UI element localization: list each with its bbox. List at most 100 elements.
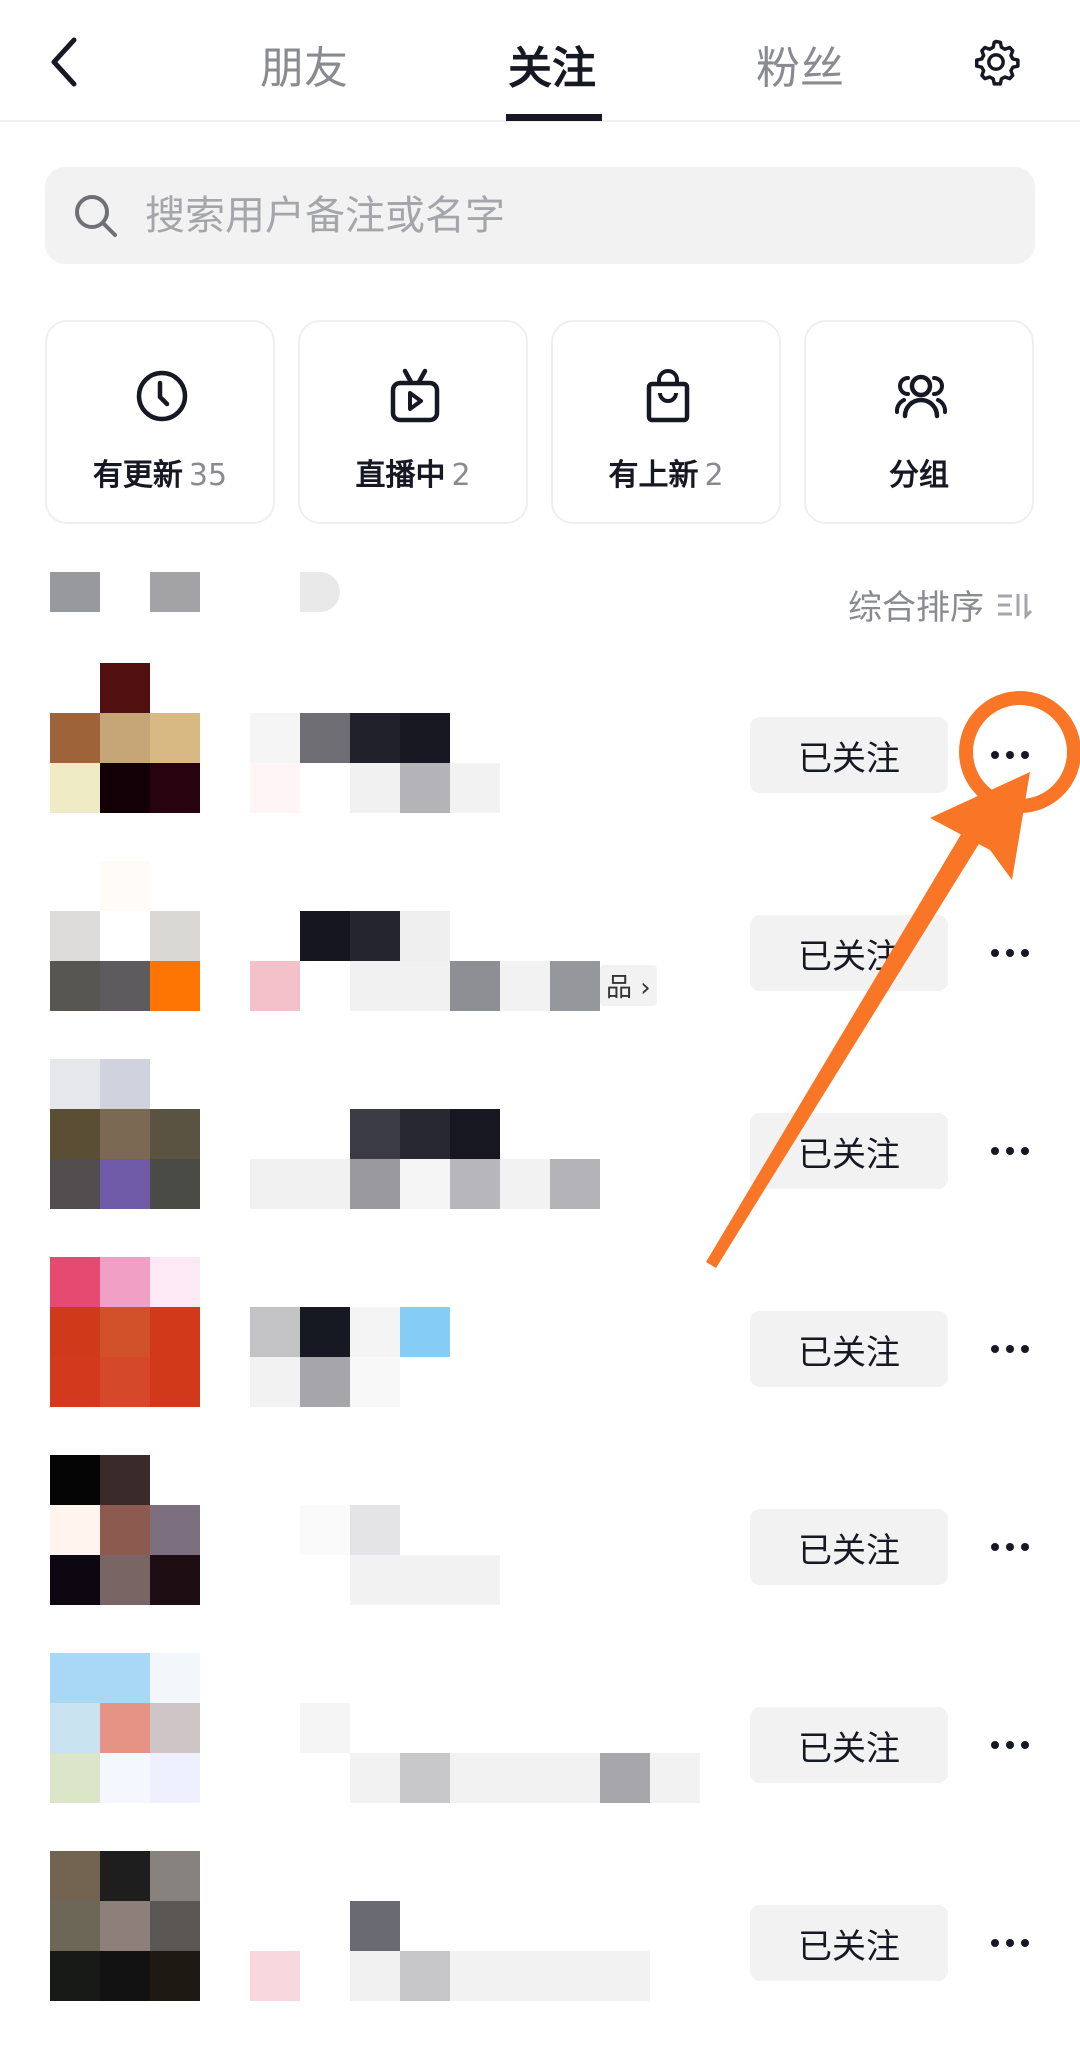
dot-icon	[1006, 1345, 1014, 1353]
avatar-pixel	[50, 763, 100, 813]
username-blurred[interactable]	[250, 1109, 750, 1209]
name-pixel	[350, 763, 400, 813]
avatar[interactable]	[50, 663, 200, 813]
more-options-button[interactable]	[975, 1126, 1045, 1176]
group-icon	[894, 374, 948, 419]
username-blurred[interactable]	[250, 713, 750, 813]
name-pixel	[350, 911, 400, 961]
shopping-bag-icon	[646, 369, 690, 423]
more-options-button[interactable]	[975, 1324, 1045, 1374]
top-nav: 朋友 关注 粉丝	[0, 0, 1080, 122]
tab-following[interactable]: 关注	[508, 32, 596, 96]
name-pixel	[300, 1357, 350, 1407]
sort-button[interactable]: 综合排序	[848, 580, 1032, 629]
following-button[interactable]: 已关注	[750, 717, 948, 793]
name-pixel	[500, 1159, 550, 1209]
avatar-pixel	[150, 1257, 200, 1307]
username-blurred[interactable]	[250, 1307, 750, 1407]
avatar-pixel	[50, 1059, 100, 1109]
more-options-button[interactable]	[975, 1522, 1045, 1572]
list-item[interactable]: 已关注	[0, 1044, 1080, 1242]
list-item[interactable]: 品 › 已关注	[0, 846, 1080, 1044]
avatar-pixel	[100, 1505, 150, 1555]
search-bar[interactable]	[45, 167, 1035, 264]
name-pixel	[450, 1159, 500, 1209]
avatar-pixel	[100, 861, 150, 911]
avatar-pixel	[50, 1753, 100, 1803]
tab-friends[interactable]: 朋友	[260, 32, 348, 96]
avatar[interactable]	[50, 861, 200, 1011]
following-button[interactable]: 已关注	[750, 915, 948, 991]
following-button[interactable]: 已关注	[750, 1905, 948, 1981]
list-item[interactable]: 已关注	[0, 1836, 1080, 2034]
dot-icon	[991, 1741, 999, 1749]
dot-icon	[991, 1147, 999, 1155]
avatar-pixel	[100, 1753, 150, 1803]
more-options-button[interactable]	[975, 1918, 1045, 1968]
tab-fans[interactable]: 粉丝	[756, 32, 844, 96]
avatar-pixel	[150, 763, 200, 813]
avatar[interactable]	[50, 1455, 200, 1605]
name-pixel	[250, 763, 300, 813]
dot-icon	[1021, 1741, 1029, 1749]
following-button[interactable]: 已关注	[750, 1113, 948, 1189]
username-blurred[interactable]	[250, 1703, 750, 1803]
following-button[interactable]: 已关注	[750, 1707, 948, 1783]
avatar-pixel	[100, 663, 150, 713]
list-item[interactable]: 已关注	[0, 1242, 1080, 1440]
filter-count: 2	[704, 458, 724, 493]
filter-new-products[interactable]: 有上新 2	[551, 320, 781, 524]
avatar-pixel	[150, 961, 200, 1011]
name-pixel	[550, 1159, 600, 1209]
following-button[interactable]: 已关注	[750, 1311, 948, 1387]
gear-icon[interactable]	[970, 36, 1022, 88]
name-pixel	[350, 1505, 400, 1555]
name-pixel	[400, 1307, 450, 1357]
avatar-pixel	[50, 1505, 100, 1555]
name-pixel	[400, 1555, 450, 1605]
name-pixel	[450, 961, 500, 1011]
name-pixel	[450, 763, 500, 813]
filter-groups[interactable]: 分组	[804, 320, 1034, 524]
product-tag[interactable]: 品 ›	[600, 965, 657, 1006]
list-item[interactable]: 已关注	[0, 1440, 1080, 1638]
avatar-pixel	[50, 1257, 100, 1307]
search-input[interactable]	[145, 167, 1005, 264]
more-options-button[interactable]	[975, 928, 1045, 978]
list-item[interactable]: 已关注	[0, 1638, 1080, 1836]
avatar-pixel	[50, 1455, 100, 1505]
avatar[interactable]	[50, 1059, 200, 1209]
username-blurred[interactable]	[250, 1901, 750, 2001]
blurred-label	[300, 572, 340, 612]
name-pixel	[450, 1951, 500, 2001]
name-pixel	[250, 1159, 300, 1209]
name-pixel	[300, 1307, 350, 1357]
dot-icon	[1006, 1147, 1014, 1155]
name-pixel	[450, 1753, 500, 1803]
filter-count: 2	[451, 458, 471, 493]
avatar[interactable]	[50, 1851, 200, 2001]
avatar-pixel	[150, 1851, 200, 1901]
username-blurred[interactable]	[250, 1505, 750, 1605]
filter-updates[interactable]: 有更新 35	[45, 320, 275, 524]
name-pixel	[300, 911, 350, 961]
avatar-pixel	[100, 1851, 150, 1901]
chevron-left-icon[interactable]	[44, 34, 94, 90]
name-pixel	[250, 1951, 300, 2001]
avatar[interactable]	[50, 1653, 200, 1803]
list-item[interactable]: 已关注	[0, 648, 1080, 846]
name-pixel	[400, 1159, 450, 1209]
following-button[interactable]: 已关注	[750, 1509, 948, 1585]
avatar-pixel	[150, 1753, 200, 1803]
name-pixel	[400, 713, 450, 763]
avatar-pixel	[100, 1951, 150, 2001]
more-options-button[interactable]	[975, 730, 1045, 780]
username-blurred[interactable]: 品 ›	[250, 911, 750, 1011]
name-pixel	[400, 1109, 450, 1159]
name-pixel	[350, 1159, 400, 1209]
avatar-pixel	[100, 1357, 150, 1407]
filter-live[interactable]: 直播中 2	[298, 320, 528, 524]
avatar-pixel	[150, 1109, 200, 1159]
more-options-button[interactable]	[975, 1720, 1045, 1770]
avatar[interactable]	[50, 1257, 200, 1407]
